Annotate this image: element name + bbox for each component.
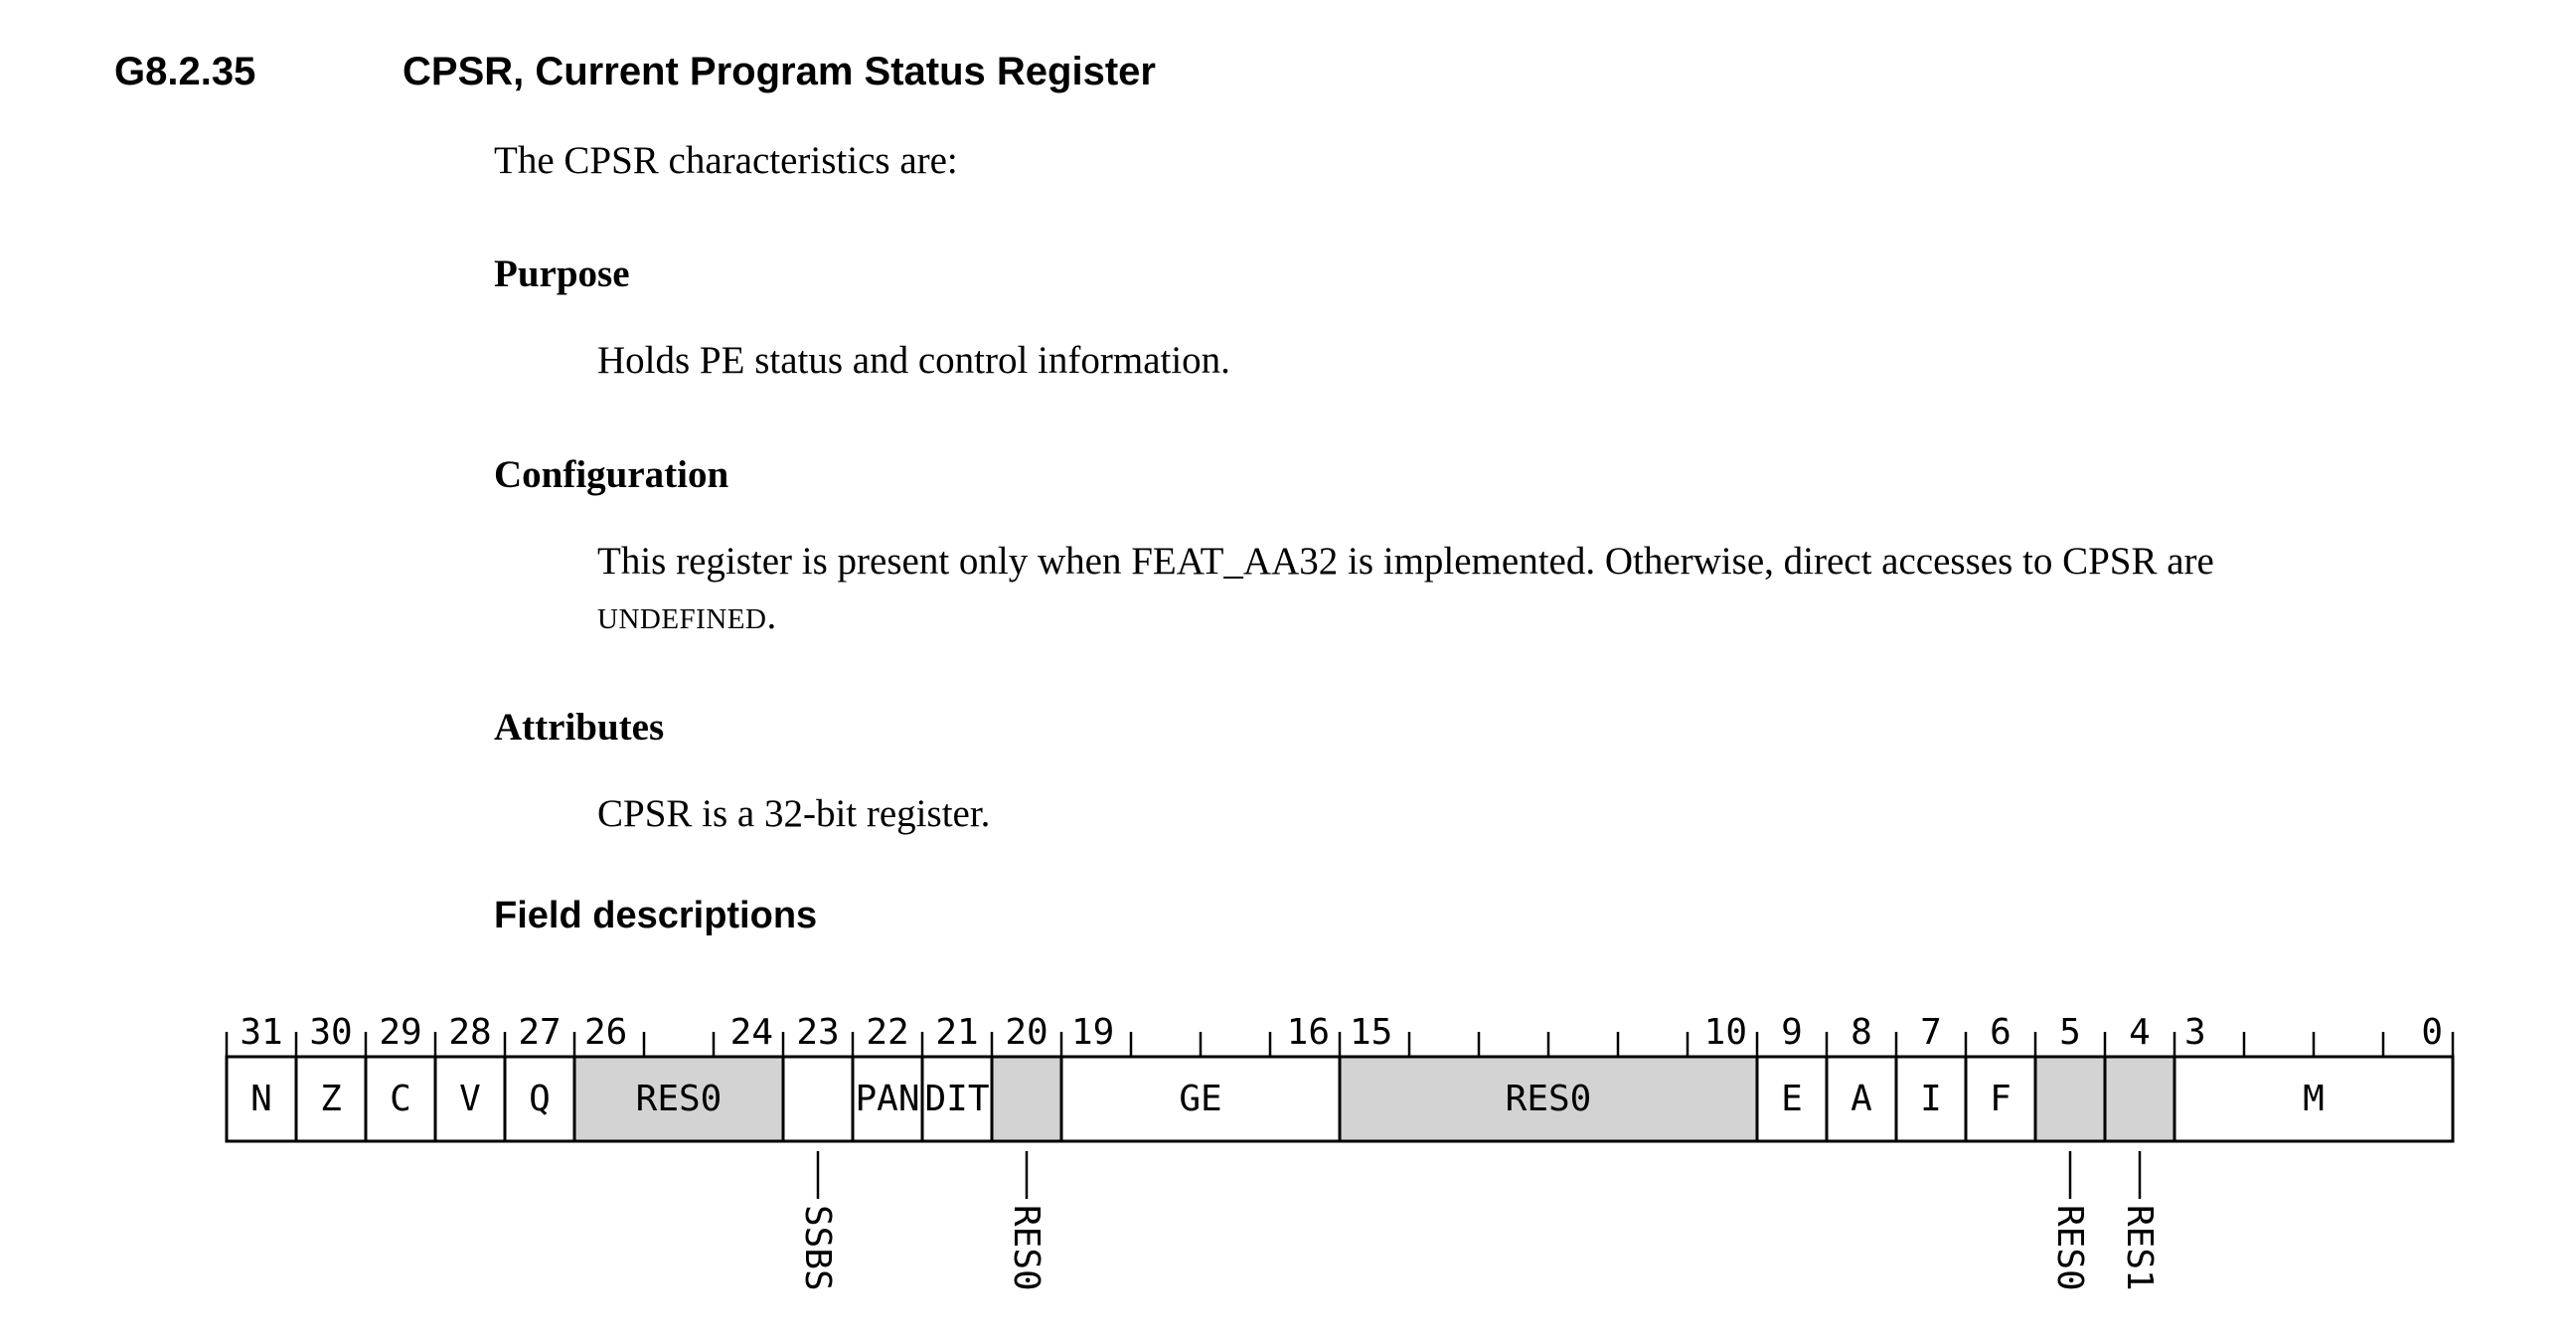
bit-label-9: 9 [1781,1012,1803,1053]
bit-label-4: 4 [2129,1012,2151,1053]
bit-label-21: 21 [935,1012,978,1053]
field-label-v-28: V [459,1079,481,1119]
callout-label-ssbs-23: SSBS [797,1205,838,1291]
bit-label-27: 27 [518,1012,561,1053]
field-label-c-29: C [390,1079,411,1119]
field-box-ssbs-23 [781,1055,855,1143]
bit-label-24: 24 [730,1012,773,1053]
field-box-res0-5 [2033,1055,2107,1143]
field-label-pan-22: PAN [855,1079,919,1119]
field-box-res0-20 [990,1055,1063,1143]
bit-label-15: 15 [1350,1012,1392,1053]
callout-label-res1-4: RES1 [2119,1205,2160,1291]
field-label-res0-26-24: RES0 [636,1079,723,1119]
bit-label-16: 16 [1287,1012,1330,1053]
field-label-m-3-0: M [2303,1079,2325,1119]
bit-label-8: 8 [1851,1012,1872,1053]
bit-label-29: 29 [379,1012,421,1053]
field-label-q-27: Q [529,1079,551,1119]
register-diagram: N Z C V Q RES0 SSBS PAN DIT RES0 GE RES0 E A I F RES0 RES… [225,1012,2455,1291]
callout-label-res0-20: RES0 [1006,1205,1046,1291]
field-label-dit-21: DIT [924,1079,989,1119]
field-label-f-6: F [1990,1079,2012,1119]
bit-label-5: 5 [2059,1012,2081,1053]
bit-label-10: 10 [1704,1012,1747,1053]
bit-label-23: 23 [796,1012,839,1053]
bit-label-22: 22 [866,1012,908,1053]
bit-label-6: 6 [1990,1012,2012,1053]
field-box-res1-4 [2103,1055,2176,1143]
callout-label-res0-5: RES0 [2049,1205,2090,1291]
bit-label-0: 0 [2421,1012,2443,1053]
field-label-z-30: Z [320,1079,342,1119]
bit-label-28: 28 [448,1012,491,1053]
field-label-ge-19-16: GE [1179,1079,1221,1119]
bit-label-31: 31 [240,1012,282,1053]
bit-label-19: 19 [1071,1012,1114,1053]
field-label-i-7: I [1920,1079,1942,1119]
field-label-n-31: N [250,1079,272,1119]
field-label-e-9: E [1781,1079,1803,1119]
field-label-a-8: A [1851,1079,1872,1119]
bit-label-30: 30 [309,1012,352,1053]
field-label-res0-15-10: RES0 [1506,1079,1592,1119]
bit-label-26: 26 [584,1012,627,1053]
bit-label-7: 7 [1920,1012,1942,1053]
bit-label-20: 20 [1005,1012,1047,1053]
bit-label-3: 3 [2184,1012,2206,1053]
